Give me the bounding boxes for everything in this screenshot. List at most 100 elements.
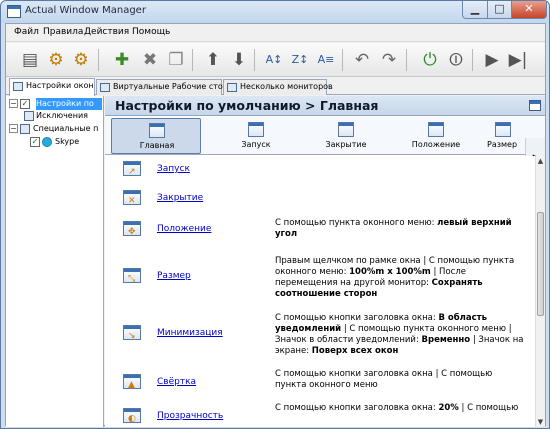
scroll-down-icon[interactable]: ▼ (536, 417, 545, 427)
tab-label: Настройки окон (26, 81, 94, 90)
maximize-button[interactable]: □ (487, 1, 512, 19)
save-icon[interactable]: ▤ (18, 48, 42, 72)
tab-label: Несколько мониторов (240, 82, 333, 91)
menu-bar: Файл Правила Действия Помощь (6, 24, 545, 42)
menu-file[interactable]: Файл (14, 27, 39, 37)
category-label: Размер (487, 140, 518, 149)
setting-link-rollup[interactable]: Свёртка (157, 377, 196, 387)
category-label: Главная (139, 141, 175, 150)
category-position[interactable]: Положение (391, 118, 481, 154)
sort-az-icon[interactable]: A↕ (262, 48, 286, 72)
window-title: Actual Window Manager (25, 5, 146, 16)
app-window: Actual Window Manager ▁ □ ✕ Файл Правила… (0, 0, 550, 429)
exclusions-icon (24, 111, 34, 121)
tree-item-label: Skype (55, 137, 80, 146)
minimize-icon: ↘ (123, 325, 141, 341)
rule-tree: Настройки по − ✓ Исключения − Специальны… (6, 96, 104, 427)
menu-actions[interactable]: Действия (84, 27, 129, 37)
tab-label: Виртуальные Рабочие столы (113, 82, 235, 91)
sort-za-icon[interactable]: Z↕ (288, 48, 312, 72)
tree-item-checkbox[interactable]: ✓ (30, 137, 40, 147)
setting-desc: С помощью пункта оконного меню: левый ве… (275, 218, 512, 239)
position-icon (428, 122, 444, 137)
close-window-icon: ✕ (123, 190, 141, 206)
settings-list: ↗ Запуск ✕ Закрытие ✥ Положение С помощь… (105, 156, 535, 427)
category-label: Закрытие (325, 140, 367, 149)
tree-item-checkbox[interactable]: ✓ (20, 99, 30, 109)
step-icon[interactable]: ▶| (506, 48, 530, 72)
tab-multi-monitors[interactable]: Несколько мониторов (223, 79, 333, 95)
app-icon (7, 5, 21, 18)
new-rule-2-icon[interactable]: ⚙ (69, 48, 93, 72)
tree-item-special[interactable]: Специальные п (33, 123, 98, 135)
toolbar: ▤ ⚙ ⚙ ✚ ✖ ❐ ⬆ ⬇ A↕ Z↕ A≡ ↶ ↷ ⏻ ⏼ ▶ ▶| (6, 43, 545, 77)
page-title-text: Настройки по умолчанию > Главная (115, 98, 379, 113)
power-icon[interactable]: ⏻ (418, 48, 442, 72)
launch-icon (248, 122, 264, 137)
setting-desc: С помощью кнопки заголовка окна: 20% | С… (275, 403, 519, 413)
close-button[interactable]: ✕ (511, 1, 547, 19)
category-size[interactable]: Размер (481, 118, 525, 154)
rollup-icon: ▲ (123, 374, 141, 390)
setting-link-launch[interactable]: Запуск (157, 164, 190, 174)
main-icon (149, 123, 165, 138)
delete-icon[interactable]: ✖ (138, 48, 162, 72)
collapse-icon[interactable]: − (9, 99, 18, 108)
collapse-icon[interactable]: − (9, 124, 18, 133)
setting-desc: С помощью кнопки заголовка окна | С помо… (275, 369, 493, 390)
category-label: Запуск (241, 140, 271, 149)
category-close[interactable]: Закрытие (301, 118, 391, 154)
close-window-icon (338, 122, 354, 137)
client-area: Файл Правила Действия Помощь ▤ ⚙ ⚙ ✚ ✖ ❐… (5, 23, 546, 427)
desktops-icon (100, 83, 110, 92)
monitors-icon (227, 83, 237, 92)
minimize-button[interactable]: ▁ (462, 1, 488, 19)
tab-virtual-desktops[interactable]: Виртуальные Рабочие столы (96, 79, 234, 95)
setting-link-position[interactable]: Положение (157, 224, 211, 234)
copy-icon[interactable]: ❐ (164, 48, 188, 72)
scroll-thumb[interactable] (537, 212, 544, 316)
tree-item-skype[interactable]: Skype (55, 136, 79, 148)
settings-panel: Настройки по умолчанию > Главная Главная… (105, 96, 545, 427)
category-strip: Главная Запуск Закрытие Положение Размер (105, 117, 545, 176)
window-icon (529, 100, 541, 111)
launch-icon: ↗ (123, 161, 141, 177)
scroll-up-icon[interactable]: ▲ (536, 156, 545, 166)
menu-help[interactable]: Помощь (132, 27, 170, 37)
new-rule-icon[interactable]: ⚙ (44, 48, 68, 72)
setting-link-close[interactable]: Закрытие (157, 193, 203, 203)
setting-desc: С помощью кнопки заголовка окна: В облас… (275, 313, 524, 356)
stop-icon[interactable]: ⏼ (444, 48, 468, 72)
window-icon (13, 82, 23, 91)
redo-icon[interactable]: ↷ (377, 48, 401, 72)
tree-item-exclusions[interactable]: Исключения (36, 110, 88, 122)
category-label: Положение (411, 140, 461, 149)
category-main[interactable]: Главная (111, 118, 201, 154)
tree-item-label: Настройки по (36, 99, 94, 108)
setting-link-size[interactable]: Размер (157, 271, 191, 281)
menu-rules[interactable]: Правила (43, 27, 83, 37)
move-up-icon[interactable]: ⬆ (201, 48, 225, 72)
skype-icon (42, 137, 52, 147)
tab-strip: Настройки окон Виртуальные Рабочие столы… (6, 77, 545, 96)
sort-icon[interactable]: A≡ (314, 48, 338, 72)
tree-item-label: Исключения (36, 111, 88, 120)
move-down-icon[interactable]: ⬇ (227, 48, 251, 72)
position-icon: ✥ (123, 221, 141, 237)
undo-icon[interactable]: ↶ (350, 48, 374, 72)
special-icon (20, 124, 30, 134)
setting-link-minimize[interactable]: Минимизация (157, 328, 223, 338)
vertical-scrollbar[interactable]: ▲ ▼ (535, 156, 545, 427)
size-icon (495, 122, 511, 137)
add-icon[interactable]: ✚ (110, 48, 134, 72)
tree-item-defaults[interactable]: Настройки по (36, 98, 102, 110)
transparency-icon: ◐ (123, 408, 141, 424)
category-launch[interactable]: Запуск (211, 118, 301, 154)
size-icon: ⤡ (123, 268, 141, 284)
setting-link-transparency[interactable]: Прозрачность (157, 411, 223, 421)
play-icon[interactable]: ▶ (480, 48, 504, 72)
tab-window-settings[interactable]: Настройки окон (9, 78, 95, 96)
tree-item-label: Специальные п (33, 124, 99, 133)
setting-desc: Правым щелчком по рамке окна | С помощью… (275, 256, 515, 299)
title-bar[interactable]: Actual Window Manager ▁ □ ✕ (1, 1, 549, 23)
